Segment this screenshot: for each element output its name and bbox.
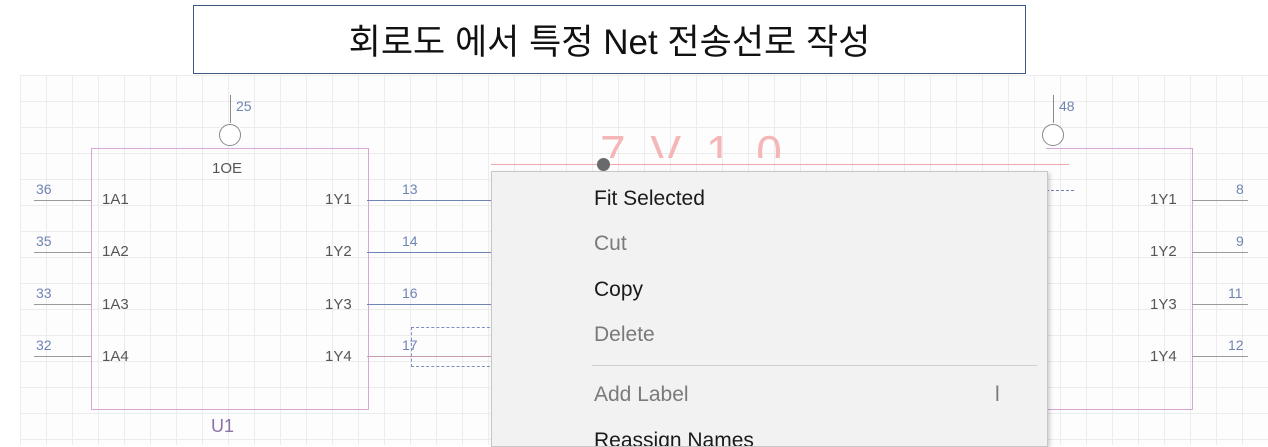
chip-u1-enable-pin-label: 1OE [212,160,243,177]
chip-u1-output-pin-label-3: 1Y3 [325,296,352,313]
menu-item-fit-selected[interactable]: Fit Selected [492,178,1047,220]
chip-right-output-pin-label-4: 1Y4 [1150,348,1177,365]
chip-u1-enable-wire [230,95,231,123]
net-selection-box[interactable] [411,327,495,367]
chip-u1-output-pin-number-2: 14 [402,233,418,249]
chip-right-output-pin-number-3: 11 [1228,285,1243,301]
chip-u1-body[interactable] [91,148,369,410]
chip-u1-output-pin-label-2: 1Y2 [325,243,352,260]
chip-u1-output-wire-3[interactable] [367,304,491,305]
menu-item-label: Delete [594,323,655,346]
menu-item-cut[interactable]: Cut [492,223,1047,265]
menu-item-reassign-names[interactable]: Reassign Names [492,420,1047,447]
chip-u1-enable-pin-number: 25 [236,98,252,114]
chip-right-output-pin-number-4: 12 [1228,337,1244,353]
chip-u1-input-wire-2[interactable] [34,252,91,253]
chip-right-output-wire-1[interactable] [1192,200,1248,201]
menu-item-label: Reassign Names [594,429,754,447]
chip-u1-designator: U1 [211,416,235,436]
chip-u1-input-wire-1[interactable] [34,200,91,201]
chip-u1-input-pin-number-3: 33 [36,285,52,301]
chip-u1-output-pin-label-4: 1Y4 [325,348,352,365]
chip-right-body[interactable] [1046,148,1193,410]
menu-item-label: Cut [594,232,627,255]
menu-item-label: Copy [594,278,644,301]
chip-right-output-wire-4[interactable] [1192,356,1248,357]
chip-u1-output-wire-1[interactable] [367,200,491,201]
chip-u1-input-pin-number-4: 32 [36,337,52,353]
chip-right-output-pin-number-1: 8 [1236,181,1244,197]
chip-u1-output-pin-number-3: 16 [402,285,418,301]
chip-right-output-pin-number-2: 9 [1236,233,1244,249]
menu-item-delete[interactable]: Delete [492,314,1047,356]
chip-right-output-pin-label-2: 1Y2 [1150,243,1177,260]
chip-u1-output-pin-label-1: 1Y1 [325,191,352,208]
chip-u1-input-pin-label-1: 1A1 [102,191,129,208]
chip-u1-input-pin-number-2: 35 [36,233,52,249]
highlighted-part-text: 7 V 1 0 0 [600,126,788,158]
chip-u1-input-wire-3[interactable] [34,304,91,305]
chip-right-output-pin-label-1: 1Y1 [1150,191,1177,208]
highlighted-net-line [491,164,1069,165]
chip-u1-output-pin-number-1: 13 [402,181,418,197]
page-title: 회로도 에서 특정 Net 전송선로 작성 [193,5,1026,74]
chip-u1-input-pin-label-4: 1A4 [102,348,129,365]
chip-u1-input-wire-4[interactable] [34,356,91,357]
chip-right-output-pin-label-3: 1Y3 [1150,296,1177,313]
chip-right-output-wire-2[interactable] [1192,252,1248,253]
chip-right-output-wire-3[interactable] [1192,304,1248,305]
menu-item-copy[interactable]: Copy [492,269,1047,311]
menu-item-add-label[interactable]: Add Label l [492,374,1047,416]
chip-right-enable-pin-number: 48 [1059,98,1075,114]
menu-separator [592,365,1037,366]
chip-u1-input-pin-number-1: 36 [36,181,52,197]
chip-u1-input-pin-label-2: 1A2 [102,243,129,260]
chip-u1-enable-bubble [219,124,241,146]
chip-u1-output-wire-2[interactable] [367,252,491,253]
menu-item-label: Fit Selected [594,187,705,210]
context-menu: Fit Selected Cut Copy Delete Add Label l… [491,171,1048,447]
cursor-dot-icon [597,158,610,171]
chip-u1-input-pin-label-3: 1A3 [102,296,129,313]
menu-item-label: Add Label [594,383,689,406]
page-title-text: 회로도 에서 특정 Net 전송선로 작성 [348,23,871,62]
menu-item-shortcut: l [995,383,1000,406]
chip-right-enable-bubble [1042,124,1064,146]
chip-right-enable-wire [1053,95,1054,123]
